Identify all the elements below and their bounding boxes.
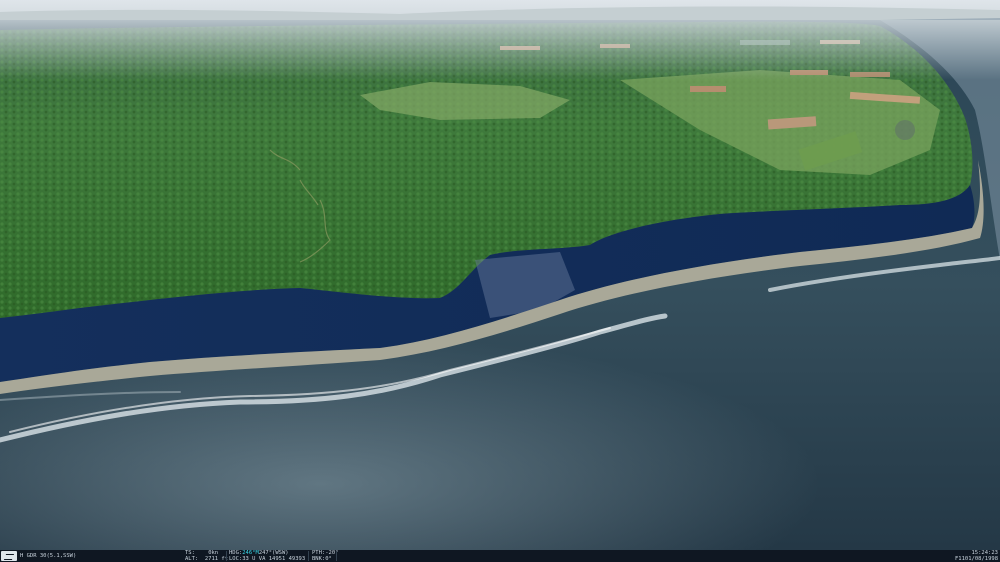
alt-label: ALT: bbox=[185, 556, 199, 562]
aerial-coastline-view bbox=[0, 0, 1000, 550]
game-logo bbox=[1, 551, 17, 561]
hud-divider bbox=[308, 551, 309, 561]
alt-value: 2711 ft bbox=[204, 556, 229, 562]
date-readout: F1101/08/1998 bbox=[954, 556, 998, 562]
village bbox=[895, 120, 915, 140]
heading-location-block: HDG:246°M247°(WSW) LOC:33 U VA 14951 493… bbox=[229, 550, 305, 562]
game-viewport[interactable] bbox=[0, 0, 1000, 550]
loc-label: LOC: bbox=[229, 556, 243, 562]
loc-value: 33 U VA 14951 49393 bbox=[242, 556, 306, 562]
hud-divider bbox=[226, 551, 227, 561]
status-bar: H GDR 30(5.1,SSW) TS: 0kn ALT: 2711 ft H… bbox=[0, 550, 1000, 562]
atmospheric-haze bbox=[0, 20, 1000, 80]
map-grid-readout: H GDR 30(5.1,SSW) bbox=[20, 553, 77, 559]
attitude-block: PTH:-20° BNK:0° bbox=[312, 550, 339, 562]
speed-altitude-block: TS: 0kn ALT: 2711 ft bbox=[185, 550, 228, 562]
clock-block: 15:24:23 F1101/08/1998 bbox=[955, 550, 998, 562]
bnk-label: BNK: bbox=[312, 556, 326, 562]
bnk-value: 0° bbox=[325, 556, 332, 562]
hud-divider bbox=[336, 551, 337, 561]
